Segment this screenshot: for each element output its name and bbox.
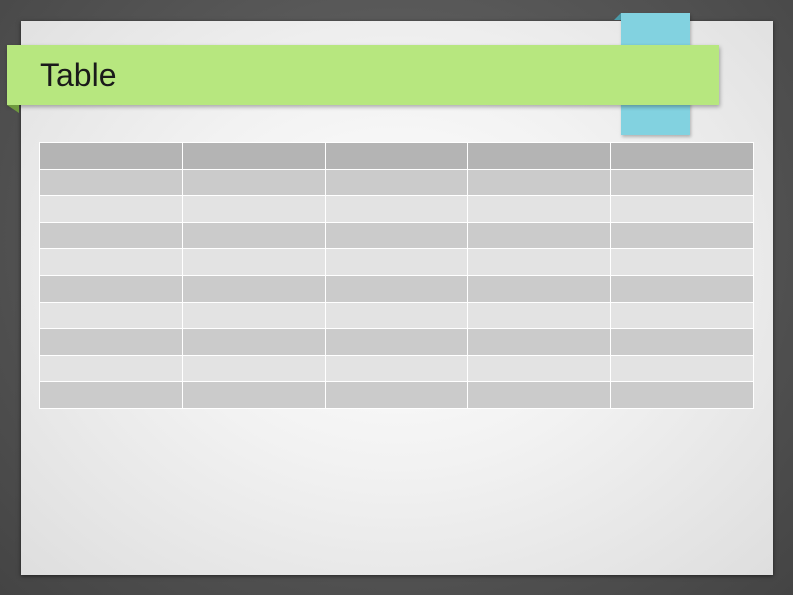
title-banner: Table	[7, 45, 719, 105]
table-cell[interactable]	[181, 195, 326, 223]
accent-tab-fold	[614, 13, 621, 20]
header-cell[interactable]	[181, 142, 326, 170]
header-cell[interactable]	[39, 142, 183, 170]
table-cell[interactable]	[181, 354, 326, 383]
table-cell[interactable]	[181, 274, 326, 303]
table-row	[39, 301, 754, 330]
table-cell[interactable]	[324, 274, 469, 303]
table-cell[interactable]	[610, 195, 754, 223]
table-cell[interactable]	[324, 168, 469, 197]
table-cell[interactable]	[39, 168, 183, 197]
table-cell[interactable]	[610, 301, 754, 330]
table-cell[interactable]	[467, 301, 612, 330]
header-cell[interactable]	[610, 142, 754, 170]
table-header-row	[39, 142, 754, 170]
table-cell[interactable]	[324, 195, 469, 223]
table-cell[interactable]	[39, 221, 183, 250]
table-cell[interactable]	[181, 328, 326, 356]
table-cell[interactable]	[610, 274, 754, 303]
table-row	[39, 168, 754, 197]
table-cell[interactable]	[324, 354, 469, 383]
table-cell[interactable]	[610, 168, 754, 197]
table-cell[interactable]	[610, 221, 754, 250]
table-row	[39, 195, 754, 223]
table-row	[39, 221, 754, 250]
table-cell[interactable]	[39, 381, 183, 409]
table-cell[interactable]	[467, 248, 612, 276]
header-cell[interactable]	[324, 142, 469, 170]
table-cell[interactable]	[610, 354, 754, 383]
table-cell[interactable]	[324, 301, 469, 330]
table-cell[interactable]	[324, 328, 469, 356]
header-cell[interactable]	[467, 142, 612, 170]
table-cell[interactable]	[467, 328, 612, 356]
table-cell[interactable]	[467, 168, 612, 197]
banner-fold	[7, 105, 19, 113]
table-row	[39, 248, 754, 276]
table-cell[interactable]	[39, 328, 183, 356]
table-cell[interactable]	[39, 274, 183, 303]
table-cell[interactable]	[181, 381, 326, 409]
table-cell[interactable]	[610, 328, 754, 356]
table-cell[interactable]	[467, 354, 612, 383]
table-cell[interactable]	[39, 301, 183, 330]
table-cell[interactable]	[181, 168, 326, 197]
table-row	[39, 354, 754, 383]
table-cell[interactable]	[610, 381, 754, 409]
table-row	[39, 328, 754, 356]
slide-title: Table	[40, 57, 117, 93]
table-cell[interactable]	[181, 221, 326, 250]
table-cell[interactable]	[39, 354, 183, 383]
table-cell[interactable]	[467, 195, 612, 223]
data-table	[39, 142, 754, 409]
table-cell[interactable]	[467, 274, 612, 303]
table-cell[interactable]	[467, 221, 612, 250]
table-row	[39, 381, 754, 409]
table-cell[interactable]	[39, 248, 183, 276]
table-cell[interactable]	[467, 381, 612, 409]
table-cell[interactable]	[39, 195, 183, 223]
table-cell[interactable]	[324, 381, 469, 409]
table-cell[interactable]	[324, 221, 469, 250]
table-cell[interactable]	[610, 248, 754, 276]
table-cell[interactable]	[181, 301, 326, 330]
table-cell[interactable]	[324, 248, 469, 276]
table-row	[39, 274, 754, 303]
table-cell[interactable]	[181, 248, 326, 276]
table-container	[39, 142, 754, 409]
